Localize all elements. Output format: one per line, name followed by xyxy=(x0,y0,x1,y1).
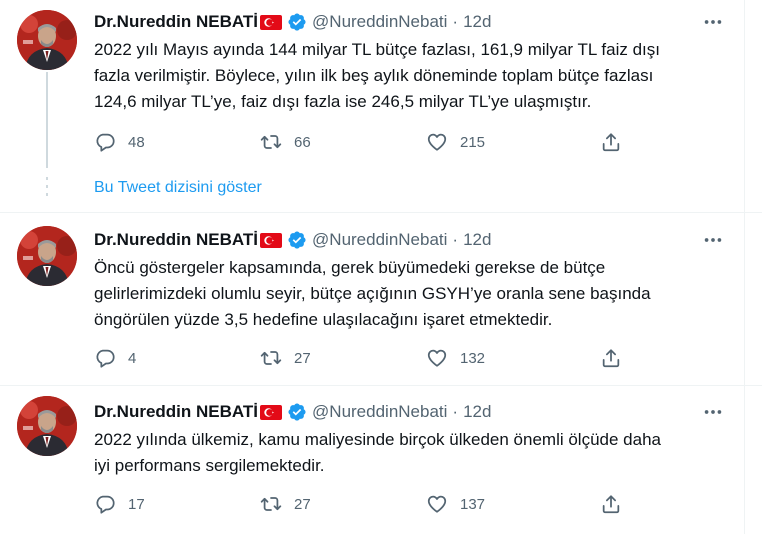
like-button[interactable]: 137 xyxy=(426,492,485,516)
like-count: 215 xyxy=(460,133,486,151)
share-button[interactable] xyxy=(600,492,622,516)
verified-badge-icon xyxy=(287,402,307,422)
tweet-header: Dr.Nureddin NEBATİ @NureddinNebati · 12d xyxy=(94,11,491,33)
author-handle[interactable]: @NureddinNebati xyxy=(312,402,447,422)
tweet[interactable]: Dr.Nureddin NEBATİ @NureddinNebati · 12d… xyxy=(0,0,762,170)
tweet-header: Dr.Nureddin NEBATİ @NureddinNebati · 12d xyxy=(94,401,491,423)
separator-dot: · xyxy=(452,230,459,249)
like-button[interactable]: 132 xyxy=(426,346,485,370)
share-icon xyxy=(600,131,622,153)
retweet-icon xyxy=(260,131,282,153)
author-handle[interactable]: @NureddinNebati xyxy=(312,230,447,250)
show-thread-link[interactable]: Bu Tweet dizisini göster xyxy=(94,179,262,197)
tweet[interactable]: Dr.Nureddin NEBATİ @NureddinNebati · 12d… xyxy=(0,213,762,385)
author-handle[interactable]: @NureddinNebati xyxy=(312,12,447,32)
thread-dot xyxy=(46,193,48,196)
turkish-flag-icon xyxy=(260,405,282,420)
retweet-button[interactable]: 27 xyxy=(260,346,311,370)
reply-icon xyxy=(94,347,116,369)
avatar[interactable] xyxy=(17,10,77,70)
share-button[interactable] xyxy=(600,346,622,370)
tweet-header: Dr.Nureddin NEBATİ @NureddinNebati · 12d xyxy=(94,229,491,251)
retweet-icon xyxy=(260,347,282,369)
tweet-text-line: 2022 yılında ülkemiz, kamu maliyesinde b… xyxy=(94,430,661,449)
reply-icon xyxy=(94,493,116,515)
more-icon[interactable] xyxy=(702,401,724,423)
tweet-text: 2022 yılında ülkemiz, kamu maliyesinde b… xyxy=(94,427,734,479)
share-button[interactable] xyxy=(600,130,622,154)
thread-line xyxy=(46,72,48,168)
tweet-text: 2022 yılı Mayıs ayında 144 milyar TL büt… xyxy=(94,37,734,115)
turkish-flag-icon xyxy=(260,233,282,248)
turkish-flag-icon xyxy=(260,15,282,30)
thread-dot xyxy=(46,177,48,180)
tweet-text-line: fazla verilmiştir. Böylece, yılın ilk be… xyxy=(94,66,654,85)
tweet-text-line: gelirlerimizdeki olumlu seyir, bütçe açı… xyxy=(94,284,651,303)
timestamp[interactable]: 12d xyxy=(463,230,491,250)
separator-dot: · xyxy=(452,402,459,421)
retweet-count: 27 xyxy=(294,495,311,513)
more-icon[interactable] xyxy=(702,11,724,33)
avatar[interactable] xyxy=(17,396,77,456)
like-count: 137 xyxy=(460,495,486,513)
verified-badge-icon xyxy=(287,230,307,250)
tweet-text: Öncü göstergeler kapsamında, gerek büyüm… xyxy=(94,255,734,333)
reply-button[interactable]: 4 xyxy=(94,346,136,370)
more-icon[interactable] xyxy=(702,229,724,251)
reply-count: 17 xyxy=(128,495,145,513)
verified-badge-icon xyxy=(287,12,307,32)
tweet-text-line: Öncü göstergeler kapsamında, gerek büyüm… xyxy=(94,258,606,277)
author-name[interactable]: Dr.Nureddin NEBATİ xyxy=(94,402,258,422)
reply-button[interactable]: 48 xyxy=(94,130,145,154)
retweet-button[interactable]: 27 xyxy=(260,492,311,516)
like-icon xyxy=(426,493,448,515)
tweet-text-line: 124,6 milyar TL’ye, faiz dışı fazla ise … xyxy=(94,92,592,111)
tweet-text-line: 2022 yılı Mayıs ayında 144 milyar TL büt… xyxy=(94,40,660,59)
thread-dot xyxy=(46,185,48,188)
reply-icon xyxy=(94,131,116,153)
author-name[interactable]: Dr.Nureddin NEBATİ xyxy=(94,230,258,250)
tweet-text-line: öngörülen yüzde 3,5 hedefine ulaşılacağı… xyxy=(94,310,553,329)
share-icon xyxy=(600,347,622,369)
like-button[interactable]: 215 xyxy=(426,130,485,154)
author-name[interactable]: Dr.Nureddin NEBATİ xyxy=(94,12,258,32)
retweet-count: 66 xyxy=(294,133,311,151)
tweet-text-line: iyi performans sergilemektedir. xyxy=(94,456,325,475)
tweet[interactable]: Dr.Nureddin NEBATİ @NureddinNebati · 12d… xyxy=(0,386,762,534)
retweet-button[interactable]: 66 xyxy=(260,130,311,154)
timestamp[interactable]: 12d xyxy=(463,12,491,32)
reply-count: 48 xyxy=(128,133,145,151)
reply-button[interactable]: 17 xyxy=(94,492,145,516)
reply-count: 4 xyxy=(128,349,137,367)
share-icon xyxy=(600,493,622,515)
like-icon xyxy=(426,347,448,369)
separator-dot: · xyxy=(452,12,459,31)
retweet-icon xyxy=(260,493,282,515)
retweet-count: 27 xyxy=(294,349,311,367)
like-count: 132 xyxy=(460,349,486,367)
like-icon xyxy=(426,131,448,153)
avatar[interactable] xyxy=(17,226,77,286)
timestamp[interactable]: 12d xyxy=(463,402,491,422)
